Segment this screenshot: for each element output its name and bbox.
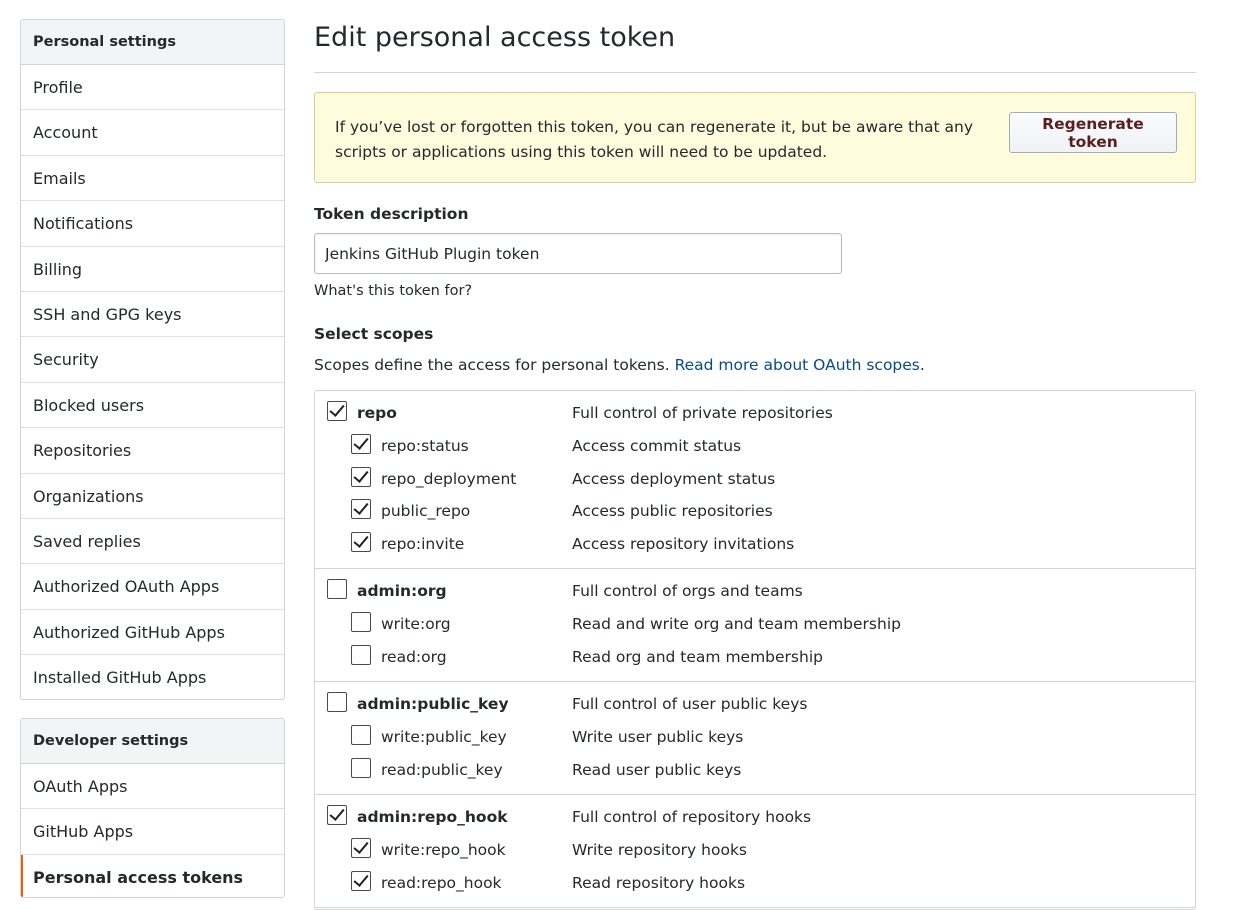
- scope-checkbox[interactable]: [351, 725, 371, 745]
- regenerate-token-button[interactable]: Regenerate token: [1009, 112, 1177, 153]
- scope-description: Write user public keys: [572, 728, 744, 746]
- scope-name: write:org: [381, 615, 451, 633]
- sidebar-item-oauth-apps[interactable]: OAuth Apps: [21, 764, 284, 810]
- sub-scope-row: read:org Read org and team membership: [315, 642, 1195, 675]
- scope-description: Read repository hooks: [572, 873, 746, 892]
- scopes-description-period: .: [919, 356, 925, 374]
- scope-checkbox[interactable]: [351, 612, 371, 632]
- token-description-input[interactable]: [314, 233, 842, 274]
- regenerate-warning-banner: If you’ve lost or forgotten this token, …: [314, 92, 1196, 183]
- token-description-note: What's this token for?: [314, 283, 473, 299]
- developer-settings-heading: Developer settings: [21, 719, 284, 764]
- scope-description: Read user public keys: [572, 760, 742, 779]
- scopes-table: repo Full control of private repositories…: [314, 390, 1196, 910]
- sidebar-item-github-apps[interactable]: GitHub Apps: [21, 809, 284, 855]
- scope-row: admin:repo_hook Full control of repositor…: [315, 802, 1195, 835]
- personal-settings-menu: Personal settings Profile Account Emails…: [20, 19, 285, 700]
- sidebar-item-saved-replies[interactable]: Saved replies: [21, 519, 284, 565]
- scope-name: repo:invite: [381, 534, 465, 553]
- scope-description: Access repository invitations: [572, 534, 795, 553]
- scope-description: Full control of private repositories: [572, 404, 833, 422]
- sidebar-item-notifications[interactable]: Notifications: [21, 201, 284, 247]
- scopes-description-text: Scopes define the access for personal to…: [314, 356, 670, 374]
- scope-group: admin:repo_hook Full control of repositor…: [315, 795, 1195, 908]
- scope-checkbox[interactable]: [351, 531, 371, 552]
- sidebar-item-profile[interactable]: Profile: [21, 65, 284, 111]
- title-divider: [314, 72, 1196, 73]
- scope-checkbox[interactable]: [351, 870, 371, 891]
- sidebar-item-account[interactable]: Account: [21, 110, 284, 156]
- sub-scope-row: repo:invite Access repository invitations: [315, 529, 1195, 562]
- sub-scope-row: write:org Read and write org and team mem…: [315, 609, 1195, 642]
- scope-row: repo Full control of private repositories: [315, 398, 1195, 431]
- regenerate-warning-text: If you’ve lost or forgotten this token, …: [335, 118, 974, 161]
- scope-row: admin:org Full control of orgs and teams: [315, 576, 1195, 609]
- scope-group: admin:org Full control of orgs and teams w…: [315, 569, 1195, 682]
- sub-scope-row: read:repo_hook Read repository hooks: [315, 868, 1195, 901]
- scope-description: Full control of user public keys: [572, 695, 808, 713]
- scope-name: read:org: [381, 647, 447, 666]
- select-scopes-label: Select scopes: [314, 325, 434, 343]
- scope-group: repo Full control of private repositories…: [315, 391, 1195, 569]
- token-description-label: Token description: [314, 205, 469, 223]
- scope-description: Access public repositories: [572, 502, 773, 520]
- scope-checkbox[interactable]: [351, 466, 371, 487]
- sidebar-item-repositories[interactable]: Repositories: [21, 428, 284, 474]
- scope-name: admin:public_key: [357, 695, 509, 713]
- scope-checkbox[interactable]: [327, 692, 347, 712]
- scope-checkbox[interactable]: [351, 757, 371, 778]
- sidebar-item-billing[interactable]: Billing: [21, 247, 284, 292]
- sidebar-item-installed-github-apps[interactable]: Installed GitHub Apps: [21, 655, 284, 699]
- scopes-description: Scopes define the access for personal to…: [314, 356, 925, 374]
- scope-name: public_repo: [381, 502, 471, 520]
- scope-checkbox[interactable]: [351, 499, 371, 519]
- scope-description: Access deployment status: [572, 469, 776, 488]
- scope-row: admin:public_key Full control of user pub…: [315, 689, 1195, 722]
- scope-checkbox[interactable]: [351, 644, 371, 665]
- sub-scope-row: read:public_key Read user public keys: [315, 755, 1195, 788]
- sidebar-item-security[interactable]: Security: [21, 337, 284, 383]
- scope-name: repo: [357, 404, 397, 422]
- scope-name: repo:status: [381, 437, 469, 455]
- sub-scope-row: public_repo Access public repositories: [315, 496, 1195, 529]
- scope-name: read:repo_hook: [381, 873, 502, 892]
- scope-description: Read and write org and team membership: [572, 615, 901, 633]
- scope-name: write:repo_hook: [381, 841, 506, 859]
- scope-description: Full control of repository hooks: [572, 808, 812, 826]
- sub-scope-row: repo_deployment Access deployment status: [315, 464, 1195, 497]
- scope-name: admin:org: [357, 582, 447, 600]
- scope-group: admin:public_key Full control of user pub…: [315, 682, 1195, 795]
- scope-name: repo_deployment: [381, 469, 517, 488]
- sidebar-item-emails[interactable]: Emails: [21, 156, 284, 202]
- scope-checkbox[interactable]: [327, 579, 347, 599]
- scope-checkbox[interactable]: [351, 434, 371, 454]
- oauth-scopes-link[interactable]: Read more about OAuth scopes: [675, 356, 920, 374]
- scope-name: admin:repo_hook: [357, 808, 508, 826]
- scope-description: Full control of orgs and teams: [572, 582, 803, 600]
- scope-description: Read org and team membership: [572, 647, 823, 666]
- developer-settings-menu: Developer settings OAuth Apps GitHub App…: [20, 718, 285, 898]
- sub-scope-row: write:public_key Write user public keys: [315, 722, 1195, 755]
- sidebar-item-ssh-gpg-keys[interactable]: SSH and GPG keys: [21, 292, 284, 338]
- sidebar-item-organizations[interactable]: Organizations: [21, 474, 284, 519]
- scope-checkbox[interactable]: [327, 805, 347, 825]
- page-title: Edit personal access token: [314, 22, 676, 53]
- scope-name: write:public_key: [381, 728, 507, 746]
- sub-scope-row: write:repo_hook Write repository hooks: [315, 835, 1195, 868]
- personal-settings-heading: Personal settings: [21, 20, 284, 65]
- scope-checkbox[interactable]: [351, 838, 371, 858]
- scope-description: Write repository hooks: [572, 841, 747, 859]
- sidebar-item-blocked-users[interactable]: Blocked users: [21, 383, 284, 429]
- sidebar-item-authorized-oauth-apps[interactable]: Authorized OAuth Apps: [21, 564, 284, 610]
- scope-name: read:public_key: [381, 760, 503, 779]
- sub-scope-row: repo:status Access commit status: [315, 431, 1195, 464]
- scope-description: Access commit status: [572, 437, 742, 455]
- sidebar-item-authorized-github-apps[interactable]: Authorized GitHub Apps: [21, 610, 284, 656]
- scope-checkbox[interactable]: [327, 401, 347, 421]
- sidebar-item-personal-access-tokens[interactable]: Personal access tokens: [21, 854, 284, 897]
